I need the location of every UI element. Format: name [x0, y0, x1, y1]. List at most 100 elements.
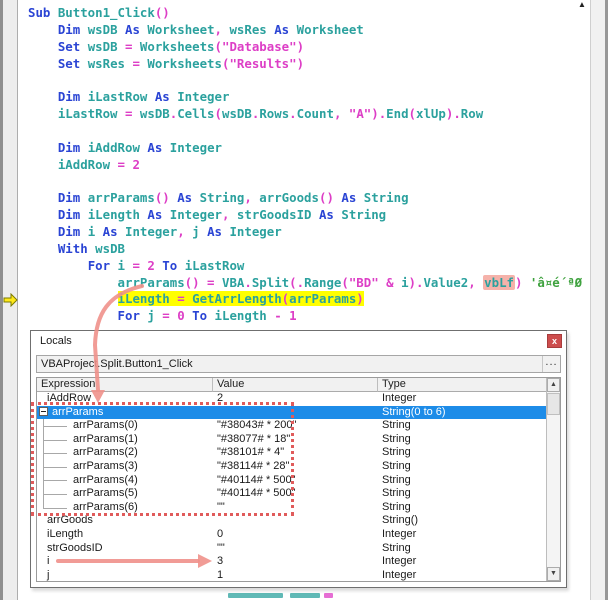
clipped-code-fragment — [290, 593, 320, 598]
code-line: Set wsDB = Worksheets("Database") — [28, 39, 589, 56]
locals-row-arrParams0[interactable]: arrParams(0) "#38043# * 200"String — [37, 419, 546, 433]
code-line: iAddRow = 2 — [28, 157, 589, 174]
tree-branch — [43, 440, 67, 441]
locals-row-iAddRow[interactable]: iAddRow2Integer — [37, 392, 546, 406]
locals-grid: Expression Value Type iAddRow2Integerarr… — [36, 377, 561, 582]
code-line — [28, 72, 589, 89]
value-cell: 0 — [213, 528, 378, 542]
locals-titlebar[interactable]: Locals x — [31, 331, 566, 353]
tree-branch — [43, 480, 67, 481]
code-line: Dim iAddRow As Integer — [28, 140, 589, 157]
value-cell: "#38114# * 28" — [213, 460, 378, 474]
locals-row-arrParams1[interactable]: arrParams(1)"#38077# * 18"String — [37, 433, 546, 447]
expression-label: arrParams(6) — [73, 501, 138, 513]
type-cell: Integer — [378, 569, 546, 581]
context-more-button[interactable]: ... — [542, 356, 560, 372]
scroll-up-icon[interactable]: ▲ — [574, 0, 590, 7]
code-line: iLength = GetArrLength(arrParams) — [28, 291, 589, 308]
type-cell: Integer — [378, 528, 546, 542]
value-cell: 3 — [213, 555, 378, 569]
code-line: arrParams() = VBA.Split(.Range("BD" & i)… — [28, 275, 589, 292]
type-cell: Integer — [378, 392, 546, 406]
vblf-highlight-token: vbLf — [483, 275, 515, 290]
type-cell: String — [378, 419, 546, 433]
locals-row-i[interactable]: i3Integer — [37, 555, 546, 569]
expression-label: arrParams(3) — [73, 460, 138, 472]
locals-row-arrParams[interactable]: arrParamsString(0 to 6) — [37, 406, 546, 420]
context-procedure-label: VBAProject.Split.Button1_Click — [37, 358, 193, 370]
code-line: Dim i As Integer, j As Integer — [28, 224, 589, 241]
context-dropdown[interactable]: VBAProject.Split.Button1_Click ... — [36, 355, 561, 373]
code-line: Dim iLength As Integer, strGoodsID As St… — [28, 207, 589, 224]
locals-row-arrGoods[interactable]: arrGoods String() — [37, 514, 546, 528]
code-line: With wsDB — [28, 241, 589, 258]
locals-row-arrParams6[interactable]: arrParams(6) ""String — [37, 501, 546, 515]
expression-label: iAddRow — [37, 392, 213, 406]
code-line: Dim iLastRow As Integer — [28, 89, 589, 106]
expression-label: arrParams(0) — [73, 419, 138, 431]
expression-label: arrParams(4) — [73, 474, 138, 486]
code-line: For j = 0 To iLength - 1 — [28, 308, 589, 325]
value-cell: "" — [213, 501, 378, 515]
locals-header-row: Expression Value Type — [37, 378, 560, 392]
tree-branch — [43, 494, 67, 495]
column-header-type[interactable]: Type — [378, 378, 560, 392]
expression-label: arrParams(2) — [73, 446, 138, 458]
code-lines: Sub Button1_Click() Dim wsDB As Workshee… — [28, 5, 589, 325]
type-cell: String — [378, 487, 546, 501]
locals-row-arrParams2[interactable]: arrParams(2)"#38101# * 4"String — [37, 446, 546, 460]
tree-line — [43, 501, 44, 508]
scroll-down-button[interactable]: ▼ — [547, 567, 560, 581]
code-line: iLastRow = wsDB.Cells(wsDB.Rows.Count, "… — [28, 106, 589, 123]
close-icon: x — [552, 336, 557, 346]
close-button[interactable]: x — [547, 334, 562, 348]
value-cell: 1 — [213, 569, 378, 581]
code-line — [28, 173, 589, 190]
locals-title: Locals — [40, 335, 72, 347]
code-line — [28, 123, 589, 140]
execution-line-highlight: iLength = GetArrLength(arrParams) — [118, 291, 364, 306]
locals-row-arrParams5[interactable]: arrParams(5)"#40114# * 500"String — [37, 487, 546, 501]
code-line: Sub Button1_Click() — [28, 5, 589, 22]
code-editor[interactable]: Sub Button1_Click() Dim wsDB As Workshee… — [19, 5, 589, 325]
type-cell: String — [378, 433, 546, 447]
locals-row-arrParams3[interactable]: arrParams(3) "#38114# * 28"String — [37, 460, 546, 474]
tree-branch — [43, 426, 67, 427]
type-cell: String() — [378, 514, 546, 528]
expression-label: iLength — [37, 528, 213, 542]
collapse-icon[interactable] — [39, 407, 48, 416]
value-cell: "#38077# * 18" — [213, 433, 378, 447]
locals-scrollbar[interactable]: ▲ ▼ — [546, 378, 560, 581]
scroll-down-icon: ▼ — [550, 570, 557, 577]
code-line: Set wsRes = Worksheets("Results") — [28, 56, 589, 73]
expression-label: arrParams(5) — [73, 487, 138, 499]
editor-scrollbar[interactable] — [590, 0, 605, 600]
column-header-expression[interactable]: Expression — [37, 378, 213, 392]
value-cell: "#38043# * 200" — [213, 419, 378, 433]
tree-branch — [43, 508, 67, 509]
locals-row-strGoodsID[interactable]: strGoodsID""String — [37, 542, 546, 556]
code-line: Dim wsDB As Worksheet, wsRes As Workshee… — [28, 22, 589, 39]
type-cell: String — [378, 446, 546, 460]
clipped-code-fragment — [324, 593, 333, 598]
locals-rows: iAddRow2IntegerarrParamsString(0 to 6)ar… — [37, 392, 546, 581]
expression-label: arrParams — [52, 406, 103, 418]
tree-branch — [43, 453, 67, 454]
vba-editor-window: Sub Button1_Click() Dim wsDB As Workshee… — [0, 0, 608, 600]
type-cell: String — [378, 460, 546, 474]
expression-label: i — [37, 555, 213, 569]
type-cell: String — [378, 542, 546, 556]
clipped-code-fragment — [228, 593, 283, 598]
type-cell: String — [378, 501, 546, 515]
code-line: For i = 2 To iLastRow — [28, 258, 589, 275]
locals-row-j[interactable]: j1Integer — [37, 569, 546, 581]
locals-row-arrParams4[interactable]: arrParams(4)"#40114# * 500"String — [37, 474, 546, 488]
execution-point-arrow-icon — [3, 293, 18, 307]
column-header-value[interactable]: Value — [213, 378, 378, 392]
scroll-up-button[interactable]: ▲ — [547, 378, 560, 392]
expression-label: strGoodsID — [37, 542, 213, 556]
locals-row-iLength[interactable]: iLength0Integer — [37, 528, 546, 542]
scrollbar-thumb[interactable] — [547, 393, 560, 415]
type-cell: String — [378, 474, 546, 488]
expression-label: arrGoods — [37, 514, 213, 528]
